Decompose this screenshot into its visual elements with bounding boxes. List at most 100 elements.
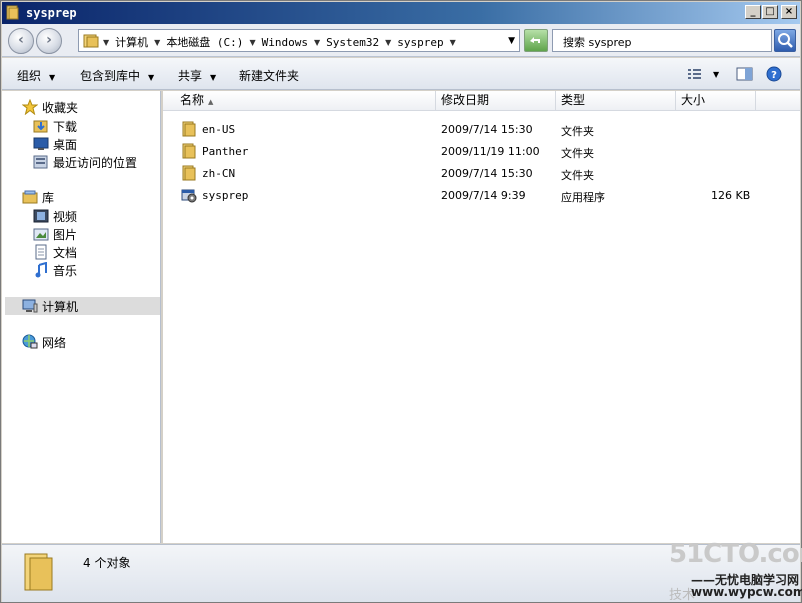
nav-label: 桌面	[53, 137, 78, 152]
breadcrumb-local-disk[interactable]: 本地磁盘 (C:)	[166, 34, 243, 50]
file-type: 文件夹	[561, 169, 594, 182]
column-label: 大小	[681, 93, 706, 107]
chevron-down-icon: ▼	[148, 73, 155, 82]
nav-item-recent[interactable]: 最近访问的位置	[33, 153, 137, 171]
title-bar[interactable]: sysprep _ □ ×	[2, 2, 800, 24]
help-icon[interactable]: ?	[765, 66, 783, 82]
explorer-window: sysprep _ □ × ‹ › ▼ 计算机 ▼ 本地磁盘 (C:) ▼ Wi…	[0, 0, 802, 603]
chevron-down-icon[interactable]: ▼	[103, 38, 109, 47]
nav-item-videos[interactable]: 视频	[33, 207, 77, 225]
folder-icon	[182, 121, 196, 137]
maximize-button[interactable]: □	[762, 5, 778, 19]
nav-item-music[interactable]: 音乐	[33, 261, 77, 279]
item-count: 4 个对象	[83, 556, 131, 570]
nav-item-documents[interactable]: 文档	[33, 243, 77, 261]
address-history-dropdown[interactable]: ▼	[508, 36, 515, 46]
watermark-51cto: 51CTO.com	[669, 539, 802, 569]
video-icon	[33, 209, 49, 223]
file-name: en-US	[202, 123, 236, 136]
nav-item-libraries[interactable]: 库	[22, 188, 54, 206]
nav-label: 音乐	[53, 263, 78, 278]
navigation-pane: 收藏夹 下载 桌面 最近访问的位置 库 视频 图片 文档 音乐 计算机 网络	[2, 91, 161, 543]
new-folder-button[interactable]: 新建文件夹	[239, 67, 299, 84]
address-bar[interactable]: ▼ 计算机 ▼ 本地磁盘 (C:) ▼ Windows ▼ System32 ▼…	[78, 29, 520, 52]
column-label: 名称	[180, 93, 205, 107]
back-button[interactable]: ‹	[8, 28, 34, 54]
recent-places-icon	[33, 155, 48, 169]
breadcrumb-computer[interactable]: 计算机	[115, 34, 148, 50]
column-header-type[interactable]: 类型	[556, 91, 676, 111]
nav-item-pictures[interactable]: 图片	[33, 225, 77, 243]
column-label: 修改日期	[441, 93, 490, 107]
nav-label: 收藏夹	[42, 100, 79, 115]
column-header-row: 名称 ▲ 修改日期 类型 大小	[163, 91, 800, 111]
view-options-icon[interactable]	[686, 66, 704, 82]
music-icon	[35, 262, 47, 278]
search-icon	[778, 33, 793, 48]
folder-icon	[6, 5, 19, 20]
network-icon	[22, 334, 38, 349]
command-bar: 组织 ▼ 包含到库中 ▼ 共享 ▼ 新建文件夹 ▼ ?	[2, 58, 800, 90]
watermark-url: www.wypcw.com	[691, 585, 802, 599]
chevron-down-icon[interactable]: ▼	[314, 38, 320, 47]
nav-item-downloads[interactable]: 下载	[33, 117, 77, 135]
nav-label: 图片	[53, 227, 78, 242]
nav-label: 网络	[42, 335, 67, 350]
folder-icon	[83, 34, 99, 48]
star-icon	[22, 99, 38, 115]
breadcrumb-windows[interactable]: Windows	[262, 36, 308, 49]
file-type: 文件夹	[561, 147, 594, 160]
column-header-size[interactable]: 大小	[676, 91, 756, 111]
nav-label: 视频	[53, 209, 78, 224]
share-menu[interactable]: 共享 ▼	[178, 67, 216, 84]
table-row[interactable]: Panther 2009/11/19 11:00 文件夹	[177, 143, 777, 161]
chevron-down-icon[interactable]: ▼	[385, 38, 391, 47]
svg-text:?: ?	[771, 70, 777, 81]
chevron-down-icon[interactable]: ▼	[450, 38, 456, 47]
nav-label: 最近访问的位置	[53, 155, 138, 170]
breadcrumb-system32[interactable]: System32	[326, 36, 379, 49]
refresh-button[interactable]	[524, 29, 548, 52]
table-row[interactable]: en-US 2009/7/14 15:30 文件夹	[177, 121, 777, 139]
nav-item-computer[interactable]: 计算机	[5, 297, 160, 315]
pictures-icon	[33, 228, 49, 241]
include-in-library-label: 包含到库中	[80, 69, 141, 83]
file-list-pane: 名称 ▲ 修改日期 类型 大小 en-US 2009/7/14 15:30 文件夹…	[163, 91, 800, 543]
include-in-library-menu[interactable]: 包含到库中 ▼	[80, 67, 154, 84]
chevron-down-icon[interactable]: ▼	[249, 38, 255, 47]
nav-label: 库	[42, 190, 55, 205]
library-icon	[22, 190, 38, 204]
nav-item-desktop[interactable]: 桌面	[33, 135, 77, 153]
application-icon	[181, 189, 197, 203]
table-row[interactable]: sysprep 2009/7/14 9:39 应用程序 126 KB	[177, 187, 777, 205]
nav-label: 计算机	[42, 299, 79, 314]
forward-button[interactable]: ›	[36, 28, 62, 54]
chevron-down-icon[interactable]: ▼	[713, 70, 719, 79]
file-size: 126 KB	[711, 189, 751, 202]
folder-icon	[182, 143, 196, 159]
organize-label: 组织	[17, 69, 42, 83]
search-placeholder: 搜索 sysprep	[563, 36, 632, 49]
chevron-down-icon[interactable]: ▼	[154, 38, 160, 47]
nav-item-network[interactable]: 网络	[22, 333, 66, 351]
minimize-button[interactable]: _	[745, 5, 761, 19]
documents-icon	[35, 244, 47, 260]
organize-menu[interactable]: 组织 ▼	[17, 67, 55, 84]
sort-ascending-icon: ▲	[208, 98, 214, 106]
breadcrumb: ▼ 计算机 ▼ 本地磁盘 (C:) ▼ Windows ▼ System32 ▼…	[103, 34, 456, 50]
breadcrumb-sysprep[interactable]: sysprep	[397, 36, 443, 49]
search-button[interactable]	[774, 29, 796, 52]
preview-pane-icon[interactable]	[736, 66, 754, 82]
search-input[interactable]: 搜索 sysprep	[552, 29, 772, 52]
close-button[interactable]: ×	[781, 5, 797, 19]
file-modified: 2009/7/14 15:30	[441, 167, 533, 180]
file-type: 文件夹	[561, 125, 594, 138]
folder-icon	[182, 165, 196, 181]
table-row[interactable]: zh-CN 2009/7/14 15:30 文件夹	[177, 165, 777, 183]
nav-item-favorites[interactable]: 收藏夹	[22, 98, 78, 116]
chevron-down-icon: ▼	[49, 73, 56, 82]
column-header-name[interactable]: 名称 ▲	[175, 91, 436, 111]
file-name: zh-CN	[202, 167, 236, 180]
column-header-modified[interactable]: 修改日期	[436, 91, 556, 111]
file-type: 应用程序	[561, 191, 605, 204]
